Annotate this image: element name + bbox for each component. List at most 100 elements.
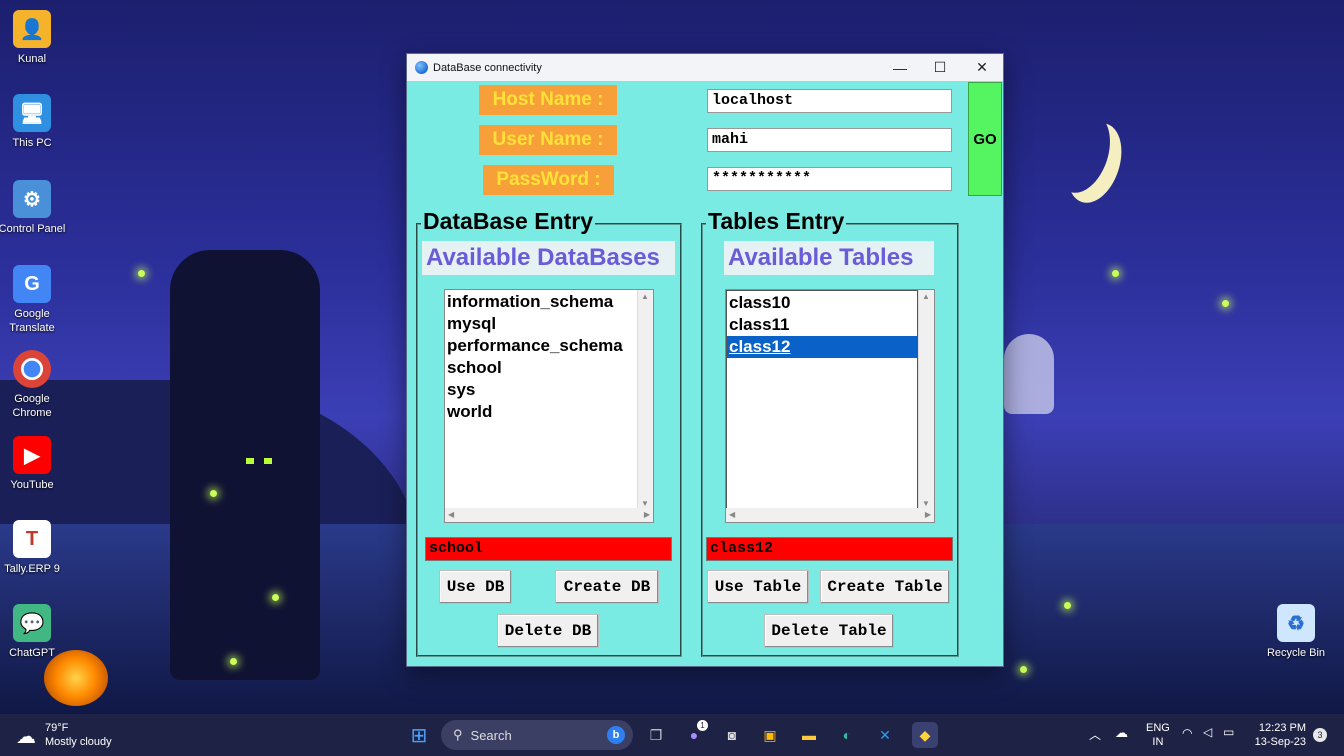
desktop-icon-label: ChatGPT: [9, 647, 55, 659]
available-tables-label: Available Tables: [724, 241, 934, 275]
scroll-down-arrow-icon[interactable]: ▼: [641, 499, 649, 508]
vscode-icon[interactable]: ✕: [872, 722, 898, 748]
store-icon[interactable]: ▣: [757, 722, 783, 748]
scroll-left-arrow-icon[interactable]: ◀: [729, 510, 735, 519]
title-bar[interactable]: DataBase connectivity — ☐ ✕: [407, 54, 1003, 81]
clock[interactable]: 12:23 PM 13-Sep-23: [1250, 721, 1306, 749]
host-name-label: Host Name :: [479, 85, 617, 115]
search-icon: ⚲: [453, 727, 463, 742]
battery-icon[interactable]: ▭: [1223, 725, 1234, 739]
desktop-icon-youtube[interactable]: ▶ YouTube: [0, 436, 67, 492]
desktop-icon-label: Google Chrome: [12, 393, 52, 419]
table-list-item[interactable]: class12: [727, 336, 917, 358]
task-view-icon[interactable]: ❐: [643, 722, 669, 748]
volume-icon[interactable]: ◁: [1203, 725, 1212, 739]
desktop-icon-kunal[interactable]: 👤 Kunal: [0, 10, 67, 66]
window-title: DataBase connectivity: [433, 61, 542, 74]
desktop-icon-label: This PC: [12, 137, 52, 149]
table-list-item[interactable]: class10: [727, 292, 917, 314]
firefly: [272, 594, 279, 601]
chatgpt-icon: 💬: [13, 604, 51, 642]
desktop-icon-label: Recycle Bin: [1266, 647, 1326, 659]
python-app-taskbar-icon[interactable]: ◆: [912, 722, 938, 748]
scroll-down-arrow-icon[interactable]: ▼: [922, 499, 930, 508]
camera-icon[interactable]: ◙: [719, 722, 745, 748]
firefly: [1112, 270, 1119, 277]
selected-table-input[interactable]: class12: [706, 537, 953, 561]
tables-horizontal-scrollbar[interactable]: ◀ ▶: [726, 508, 934, 522]
database-listbox[interactable]: information_schema mysql performance_schem…: [444, 289, 654, 523]
desktop-icon-this-pc[interactable]: 🖥 This PC: [0, 94, 67, 150]
ghost-decoration: [1004, 334, 1054, 414]
windows-start-icon[interactable]: ⊞: [406, 722, 432, 748]
user-folder-icon: 👤: [13, 10, 51, 48]
file-explorer-icon[interactable]: ▬: [796, 722, 822, 748]
database-list-item[interactable]: performance_schema: [445, 335, 637, 357]
password-label: PassWord :: [483, 165, 614, 195]
database-list-item[interactable]: world: [445, 401, 637, 423]
taskbar-search[interactable]: ⚲ Search b: [441, 720, 633, 750]
password-input[interactable]: ***********: [707, 167, 952, 191]
table-list-item[interactable]: class11: [727, 314, 917, 336]
go-button[interactable]: GO: [968, 82, 1002, 196]
maximize-button[interactable]: ☐: [919, 54, 961, 81]
available-databases-label: Available DataBases: [422, 241, 675, 275]
database-entry-title: DataBase Entry: [421, 208, 596, 235]
scroll-up-arrow-icon[interactable]: ▲: [922, 292, 930, 301]
firefly: [1020, 666, 1027, 673]
database-list-item[interactable]: information_schema: [445, 291, 637, 313]
delete-table-button[interactable]: Delete Table: [764, 614, 894, 648]
tables-vertical-scrollbar[interactable]: ▲ ▼: [918, 290, 934, 510]
tables-entry-title: Tables Entry: [706, 208, 847, 235]
close-button[interactable]: ✕: [961, 54, 1003, 81]
database-vertical-scrollbar[interactable]: ▲ ▼: [637, 290, 653, 510]
database-list-item[interactable]: mysql: [445, 313, 637, 335]
scroll-right-arrow-icon[interactable]: ▶: [644, 510, 650, 519]
desktop-icon-tally[interactable]: T Tally.ERP 9: [0, 520, 67, 576]
database-list: information_schema mysql performance_schem…: [445, 290, 637, 423]
database-horizontal-scrollbar[interactable]: ◀ ▶: [445, 508, 653, 522]
language-bottom: IN: [1152, 736, 1164, 748]
notification-badge[interactable]: 3: [1313, 728, 1327, 742]
host-name-input[interactable]: localhost: [707, 89, 952, 113]
tables-list: class10 class11 class12: [726, 290, 918, 509]
chat-badge: 1: [697, 720, 708, 731]
database-list-item[interactable]: school: [445, 357, 637, 379]
desktop-icon-google-chrome[interactable]: ◉ Google Chrome: [0, 350, 67, 420]
scroll-up-arrow-icon[interactable]: ▲: [641, 292, 649, 301]
bing-icon[interactable]: b: [607, 726, 625, 744]
use-table-button[interactable]: Use Table: [707, 570, 809, 604]
user-name-label: User Name :: [479, 125, 617, 155]
minimize-button[interactable]: —: [879, 54, 921, 81]
chevron-up-icon[interactable]: ︿: [1089, 726, 1101, 743]
scroll-left-arrow-icon[interactable]: ◀: [448, 510, 454, 519]
desktop-icon-google-translate[interactable]: G Google Translate: [0, 265, 67, 335]
desktop-icon-chatgpt[interactable]: 💬 ChatGPT: [0, 604, 67, 660]
firefly: [1222, 300, 1229, 307]
desktop-icon-label: Tally.ERP 9: [4, 563, 60, 575]
scroll-right-arrow-icon[interactable]: ▶: [925, 510, 931, 519]
firefly: [210, 490, 217, 497]
chrome-icon: ◉: [13, 350, 51, 388]
selected-database-input[interactable]: school: [425, 537, 672, 561]
database-list-item[interactable]: sys: [445, 379, 637, 401]
use-db-button[interactable]: Use DB: [439, 570, 512, 604]
tables-listbox[interactable]: class10 class11 class12 ▲ ▼ ◀ ▶: [725, 289, 935, 523]
clock-date: 13-Sep-23: [1254, 736, 1306, 748]
create-db-button[interactable]: Create DB: [555, 570, 659, 604]
tally-icon: T: [13, 520, 51, 558]
user-name-input[interactable]: mahi: [707, 128, 952, 152]
delete-db-button[interactable]: Delete DB: [497, 614, 599, 648]
desktop-icon-control-panel[interactable]: ⚙ Control Panel: [0, 180, 67, 236]
cloud-sync-icon[interactable]: ☁: [1115, 725, 1128, 741]
wifi-icon[interactable]: ◠: [1182, 726, 1192, 740]
weather-cloud-icon[interactable]: ☁: [16, 724, 36, 749]
language-indicator[interactable]: ENG IN: [1146, 721, 1170, 749]
create-table-button[interactable]: Create Table: [820, 570, 950, 604]
desktop-icon-recycle-bin[interactable]: ♻ Recycle Bin: [1261, 604, 1331, 660]
python-app-icon: [415, 61, 428, 74]
edge-icon[interactable]: ◐: [834, 722, 860, 748]
weather-widget[interactable]: 79°F Mostly cloudy: [45, 721, 112, 749]
firefly: [138, 270, 145, 277]
desktop-icon-label: YouTube: [10, 479, 54, 491]
